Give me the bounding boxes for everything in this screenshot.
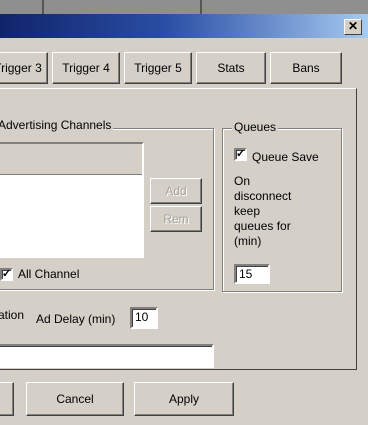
close-button[interactable]: ✕ bbox=[344, 19, 362, 35]
tab-trigger-5[interactable]: Trigger 5 bbox=[124, 52, 192, 84]
ad-message-input[interactable] bbox=[0, 344, 214, 368]
background-taskbar-strip bbox=[0, 0, 368, 14]
ad-delay-input[interactable]: 10 bbox=[130, 307, 158, 329]
advertising-channels-label: Advertising Channels bbox=[0, 118, 114, 132]
keep-queues-minutes-input[interactable]: 15 bbox=[234, 264, 270, 284]
remove-channel-button[interactable]: Rem bbox=[150, 206, 202, 232]
queue-save-checkbox[interactable]: ✓ bbox=[234, 148, 247, 161]
channels-list-header bbox=[0, 144, 142, 175]
apply-button[interactable]: Apply bbox=[134, 382, 234, 416]
tab-trigger-3[interactable]: Trigger 3 bbox=[0, 52, 48, 84]
tab-bans[interactable]: Bans bbox=[270, 52, 342, 84]
close-icon: ✕ bbox=[347, 19, 359, 33]
all-channel-label: All Channel bbox=[18, 267, 80, 281]
check-icon: ✓ bbox=[236, 148, 246, 160]
check-icon: ✓ bbox=[2, 268, 12, 280]
cancel-button[interactable]: Cancel bbox=[26, 382, 124, 416]
channels-list[interactable] bbox=[0, 142, 144, 258]
queue-save-label: Queue Save bbox=[252, 150, 319, 164]
queues-label: Queues bbox=[232, 120, 279, 134]
window-title-bar[interactable] bbox=[0, 14, 368, 38]
ad-section-label: ation bbox=[0, 308, 25, 322]
add-channel-button[interactable]: Add bbox=[150, 178, 202, 204]
ad-delay-label: Ad Delay (min) bbox=[36, 312, 116, 326]
keep-queues-label: On disconnect keep queues for (min) bbox=[234, 174, 292, 248]
all-channel-checkbox[interactable]: ✓ bbox=[0, 268, 13, 281]
tab-stats[interactable]: Stats bbox=[196, 52, 266, 84]
tab-trigger-4[interactable]: Trigger 4 bbox=[52, 52, 120, 84]
ok-button[interactable] bbox=[0, 382, 14, 416]
